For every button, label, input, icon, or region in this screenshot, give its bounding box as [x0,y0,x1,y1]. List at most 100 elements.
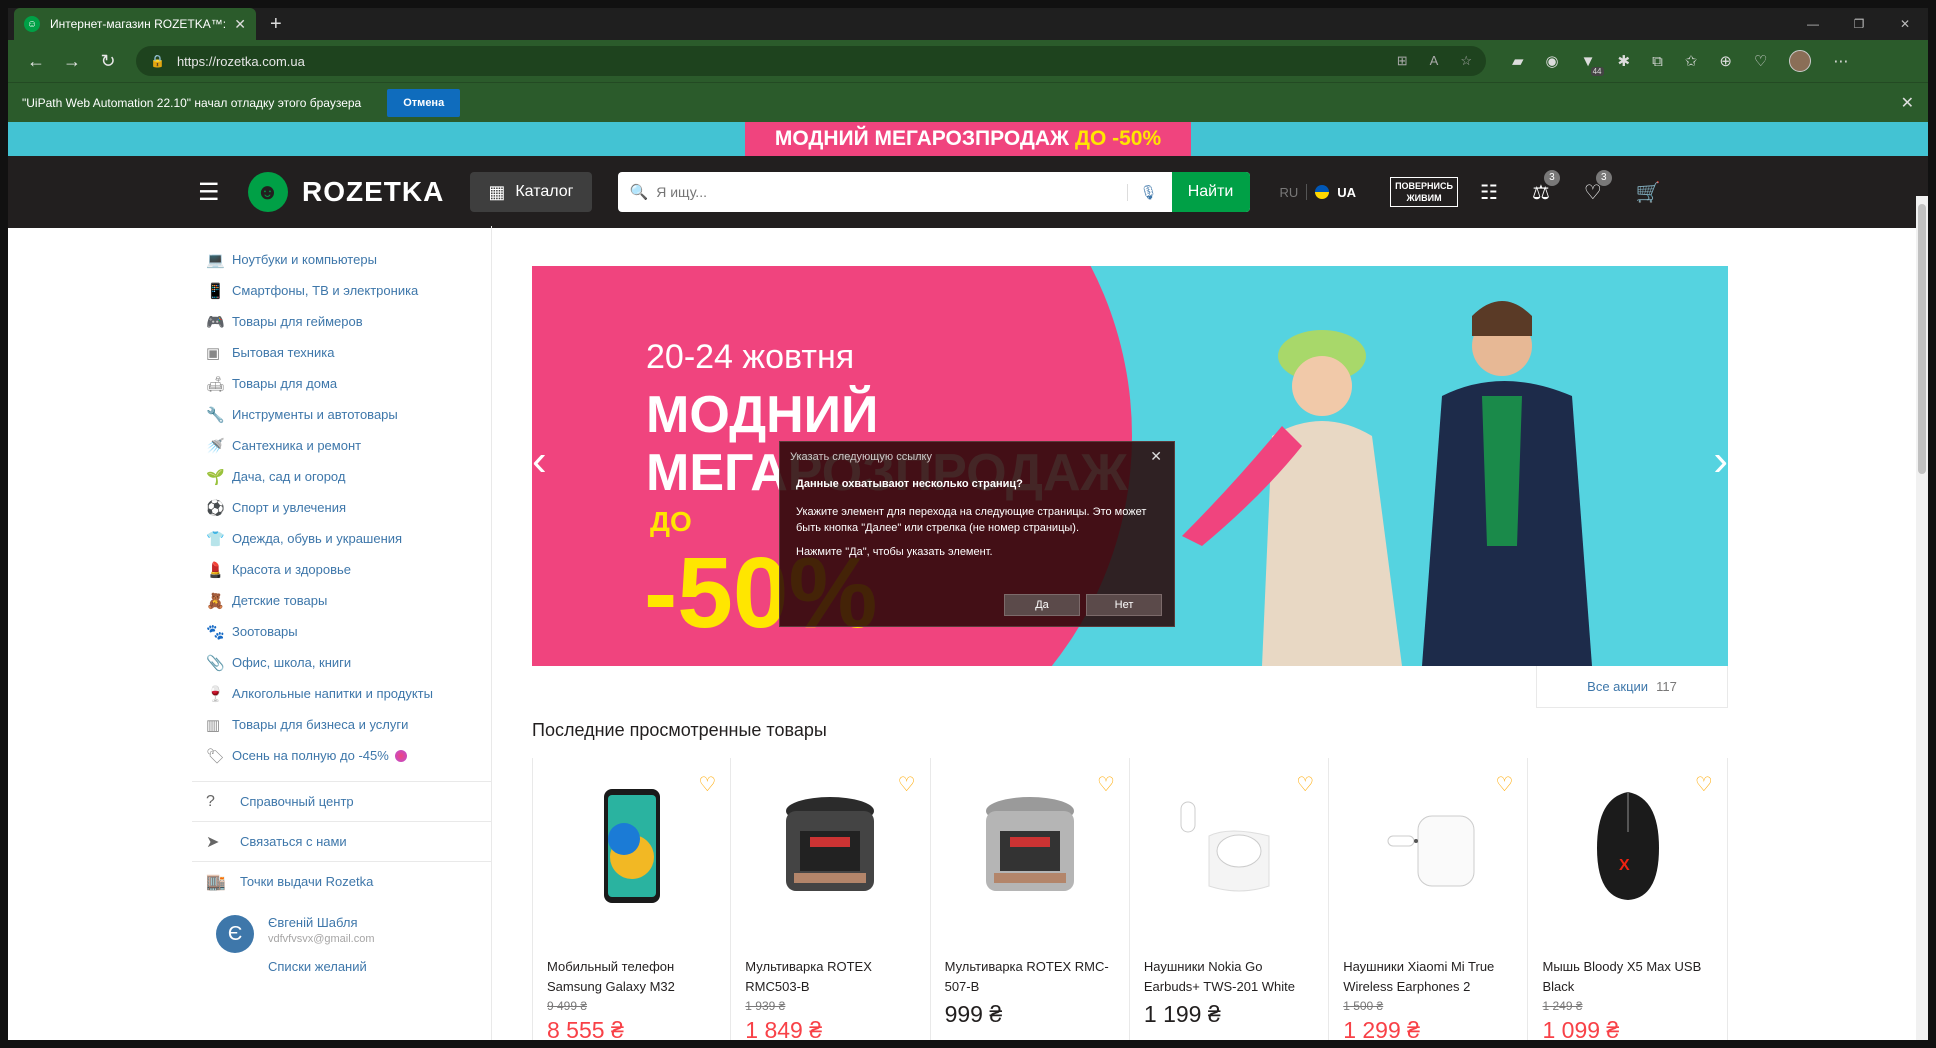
dialog-no-button[interactable]: Нет [1086,594,1162,616]
scrollbar-thumb[interactable] [1918,204,1926,474]
sidebar-link[interactable]: ? Справочный центр [192,781,492,821]
sidebar-category-item[interactable]: ▥ Товары для бизнеса и услуги [206,709,491,740]
browser-tab[interactable]: ☺ Интернет-магазин ROZETKA™: о ✕ [14,8,256,40]
sidebar-category-item[interactable]: 🍷 Алкогольные напитки и продукты [206,678,491,709]
site-logo[interactable]: ☻ ROZETKA [248,172,444,212]
product-name[interactable]: Мультиварка ROTEX RMC503-B [745,957,915,997]
all-promos-link[interactable]: Все акции 117 [1536,666,1728,708]
sidebar-category-item[interactable]: 👕 Одежда, обувь и украшения [206,523,491,554]
profile-avatar[interactable] [1789,50,1812,72]
extension-icon[interactable]: ▰ [1512,52,1524,70]
wishlist-heart-icon[interactable]: ♡ [1496,772,1514,797]
product-name[interactable]: Мышь Bloody X5 Max USB Black [1542,957,1712,997]
category-icon: ▣ [206,344,221,362]
product-name[interactable]: Наушники Xiaomi Mi True Wireless Earphon… [1343,957,1513,997]
wishlist-heart-icon[interactable]: ♡ [898,772,916,797]
url-bar[interactable]: 🔒 https://rozetka.com.ua ⊞ A ☆ [136,46,1486,76]
product-card[interactable]: ♡ X Мышь Bloody X5 Max USB Black 1 249 ₴ 1 0… [1528,758,1728,1040]
orders-list-icon[interactable]: ☷ [1480,180,1498,205]
sidebar-category-item[interactable]: 🌱 Дача, сад и огород [206,461,491,492]
menu-burger-icon[interactable]: ☰ [198,178,222,207]
catalog-button[interactable]: ▦ Каталог [470,172,592,212]
povernys-zhyvym-badge[interactable]: ПОВЕРНИСЬ ЖИВИМ [1390,177,1458,207]
product-card[interactable]: ♡ Мультиварка ROTEX RMC503-B 1 939 ₴ 1 849 … [731,758,931,1040]
add-favorite-icon[interactable]: ☆ [1460,53,1472,69]
category-label: Товары для геймеров [232,314,363,329]
sidebar-category-item[interactable]: 🔧 Инструменты и автотовары [206,399,491,430]
product-image[interactable]: X [1542,758,1712,933]
promo-strip[interactable]: МОДНИЙ МЕГАРОЗПРОДАЖ ДО -50% [8,122,1928,156]
extension-eye-icon[interactable]: ◉ [1546,52,1559,70]
product-name[interactable]: Наушники Nokia Go Earbuds+ TWS-201 White [1144,957,1314,997]
cart-icon[interactable]: 🛒 [1636,180,1661,205]
product-image[interactable] [745,758,915,933]
wishlist-heart-icon[interactable]: ♡ [1097,772,1115,797]
sidebar-category-item[interactable]: 📱 Смартфоны, ТВ и электроника [206,275,491,306]
browser-essentials-icon[interactable]: ♡ [1754,52,1767,70]
lock-icon[interactable]: 🔒 [150,54,165,68]
sidebar-category-item[interactable]: 📎 Офис, школа, книги [206,647,491,678]
wishlist-heart-icon[interactable]: ♡ 3 [1584,169,1612,205]
settings-more-icon[interactable]: ⋯ [1833,52,1848,70]
product-image[interactable] [547,758,716,933]
wishlist-heart-icon[interactable]: ♡ [1296,772,1314,797]
minimize-icon[interactable]: — [1790,8,1836,40]
search-button[interactable]: Найти [1171,172,1250,212]
sidebar-link[interactable]: 🏬 Точки выдачи Rozetka [192,861,492,901]
dialog-title: Указать следующую ссылку [790,451,932,463]
product-card[interactable]: ♡ Мобильный телефон Samsung Galaxy M32 9 4… [532,758,732,1040]
read-aloud-icon[interactable]: A [1430,53,1439,69]
promo-text: МОДНИЙ МЕГАРОЗПРОДАЖ [774,127,1069,150]
banner-next-arrow-icon[interactable]: › [1713,436,1728,486]
product-image[interactable] [945,758,1115,933]
dialog-close-icon[interactable]: ✕ [1150,448,1162,465]
close-infobar-icon[interactable]: ✕ [1901,93,1914,113]
lang-ua[interactable]: UA [1337,185,1356,200]
split-screen-icon[interactable]: ⧉ [1652,53,1663,70]
lang-ru[interactable]: RU [1280,185,1299,200]
product-image[interactable] [1144,758,1314,933]
extensions-puzzle-icon[interactable]: ✱ [1618,52,1631,70]
user-name[interactable]: Євгеній Шабля [268,915,375,930]
voice-search-icon[interactable]: 🎙 [1126,183,1158,201]
sidebar-category-item[interactable]: 💄 Красота и здоровье [206,554,491,585]
product-name[interactable]: Мобильный телефон Samsung Galaxy M32 [547,957,716,997]
promo-pill[interactable]: МОДНИЙ МЕГАРОЗПРОДАЖ ДО -50% [744,122,1192,156]
extension-badge-icon[interactable]: ▼ 44 [1581,53,1604,76]
sidebar-category-item[interactable]: 💻 Ноутбуки и компьютеры [206,244,491,275]
refresh-icon[interactable]: ↻ [90,45,126,77]
sidebar-link[interactable]: ➤ Связаться с нами [192,821,492,861]
product-name[interactable]: Мультиварка ROTEX RMC-507-B [945,957,1115,997]
search-input[interactable] [656,184,1127,200]
back-icon[interactable]: ← [18,45,54,77]
sidebar-category-item[interactable]: 🐾 Зоотовары [206,616,491,647]
sidebar-category-item[interactable]: 🧸 Детские товары [206,585,491,616]
product-card[interactable]: ♡ Мультиварка ROTEX RMC-507-B 999 ₴ [931,758,1130,1040]
avatar[interactable]: Є [216,915,254,953]
dialog-yes-button[interactable]: Да [1004,594,1080,616]
product-image[interactable] [1343,758,1513,933]
sidebar-category-item[interactable]: ⚽ Спорт и увлечения [206,492,491,523]
wishlist-heart-icon[interactable]: ♡ [1695,772,1713,797]
sidebar-category-item[interactable]: 🛋 Товары для дома [206,368,491,399]
close-tab-icon[interactable]: ✕ [234,16,246,33]
product-card[interactable]: ♡ Наушники Nokia Go Earbuds+ TWS-201 Whit… [1130,758,1330,1040]
favorites-icon[interactable]: ✩ [1685,52,1698,70]
forward-icon[interactable]: → [54,45,90,77]
banner-prev-arrow-icon[interactable]: ‹ [532,436,547,486]
restore-icon[interactable]: ❐ [1836,8,1882,40]
sidebar-category-item[interactable]: 🎮 Товары для геймеров [206,306,491,337]
app-available-icon[interactable]: ⊞ [1397,53,1408,69]
sidebar-category-item[interactable]: 🏷 Осень на полную до -45% [206,740,491,771]
sidebar-category-item[interactable]: ▣ Бытовая техника [206,337,491,368]
new-tab-icon[interactable]: + [270,13,282,36]
wishlists-link[interactable]: Списки желаний [268,959,375,974]
cancel-debug-button[interactable]: Отмена [387,88,461,117]
wishlist-heart-icon[interactable]: ♡ [698,772,716,797]
category-icon: 💄 [206,561,225,579]
compare-scales-icon[interactable]: ⚖ 3 [1532,169,1560,205]
collections-icon[interactable]: ⊕ [1719,52,1732,70]
sidebar-category-item[interactable]: 🚿 Сантехника и ремонт [206,430,491,461]
product-card[interactable]: ♡ Наушники Xiaomi Mi True Wireless Earpho… [1329,758,1529,1040]
close-window-icon[interactable]: ✕ [1882,8,1928,40]
